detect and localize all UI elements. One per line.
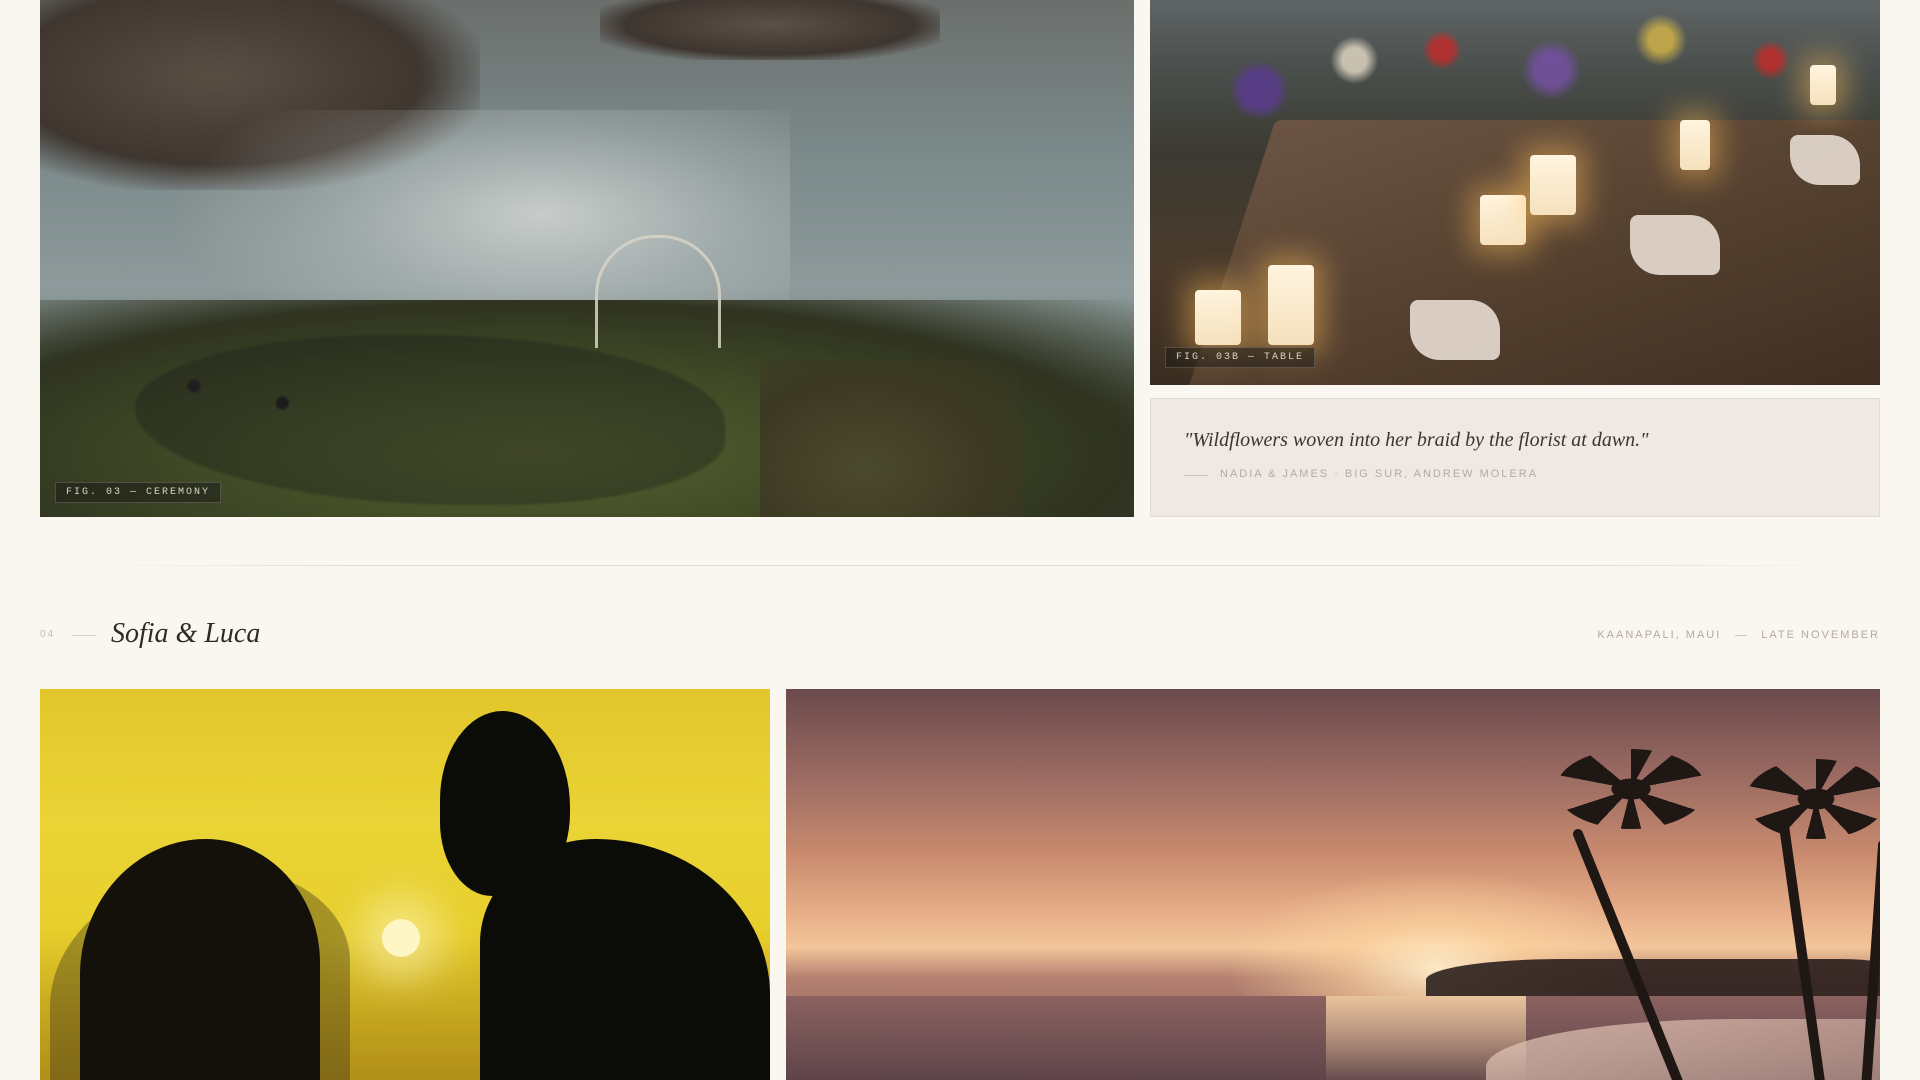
photo-candle bbox=[1480, 195, 1526, 245]
photo-candle bbox=[1530, 155, 1576, 215]
story-location: KAANAPALI, MAUI bbox=[1597, 629, 1722, 641]
story-meta-dash bbox=[1735, 634, 1748, 636]
photo-groom-head bbox=[440, 711, 570, 896]
photo-cliff-right bbox=[760, 360, 1020, 517]
table-photo[interactable]: FIG. 03B — TABLE bbox=[1150, 0, 1880, 385]
quote-text: "Wildflowers woven into her braid by the… bbox=[1184, 429, 1649, 451]
photo-candle bbox=[1268, 265, 1314, 345]
silhouette-photo[interactable] bbox=[40, 689, 770, 1080]
photo-flowers bbox=[1150, 0, 1880, 200]
table-fig-label: FIG. 03B — TABLE bbox=[1165, 347, 1316, 368]
photo-arch bbox=[595, 235, 721, 348]
photo-bride-silhouette bbox=[80, 839, 320, 1080]
story-title[interactable]: Sofia & Luca bbox=[111, 618, 260, 650]
photo-sun bbox=[382, 919, 420, 957]
quote-attribution-rule bbox=[1184, 475, 1208, 476]
photo-candle bbox=[1810, 65, 1836, 105]
photo-napkin bbox=[1630, 215, 1720, 275]
photo-candle bbox=[1680, 120, 1710, 170]
story-index-rule bbox=[72, 635, 96, 636]
ceremony-fig-label: FIG. 03 — CEREMONY bbox=[55, 482, 222, 503]
section-divider bbox=[100, 565, 1840, 566]
quote-card: "Wildflowers woven into her braid by the… bbox=[1150, 398, 1880, 517]
gallery-page: FIG. 03 — CEREMONY FIG. 03B — TABLE "Wil… bbox=[0, 0, 1920, 1080]
beach-photo[interactable] bbox=[786, 689, 1880, 1080]
story-meta: KAANAPALI, MAUI LATE NOVEMBER bbox=[1597, 629, 1880, 641]
photo-candle bbox=[1195, 290, 1241, 345]
quote-attribution: NADIA & JAMES · BIG SUR, ANDREW MOLERA bbox=[1220, 468, 1539, 480]
palm-crown bbox=[1556, 749, 1706, 829]
story-index: 04 bbox=[40, 629, 56, 640]
photo-napkin bbox=[1410, 300, 1500, 360]
palm-crown bbox=[1746, 759, 1880, 839]
photo-napkin bbox=[1790, 135, 1860, 185]
ceremony-photo[interactable]: FIG. 03 — CEREMONY bbox=[40, 0, 1134, 517]
story-season: LATE NOVEMBER bbox=[1761, 629, 1880, 641]
photo-rock-right bbox=[600, 0, 940, 60]
